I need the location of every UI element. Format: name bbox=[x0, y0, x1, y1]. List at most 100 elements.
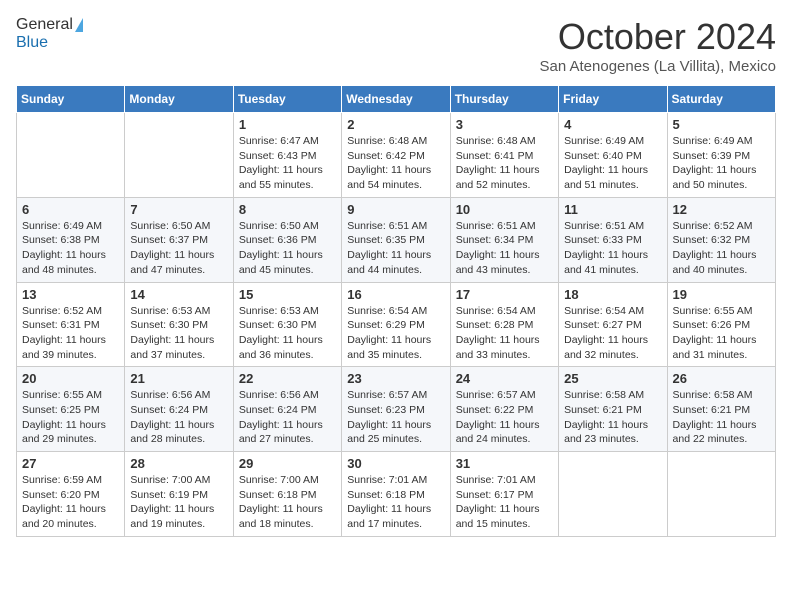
day-number: 9 bbox=[347, 202, 444, 217]
cell-sun-info: Sunrise: 7:01 AM Sunset: 6:17 PM Dayligh… bbox=[456, 473, 553, 532]
calendar-cell: 29 Sunrise: 7:00 AM Sunset: 6:18 PM Dayli… bbox=[233, 452, 341, 537]
title-block: October 2024 San Atenogenes (La Villita)… bbox=[539, 16, 776, 75]
logo-blue: Blue bbox=[16, 34, 48, 52]
cell-sun-info: Sunrise: 6:58 AM Sunset: 6:21 PM Dayligh… bbox=[564, 388, 661, 447]
day-number: 26 bbox=[673, 371, 770, 386]
cell-sun-info: Sunrise: 7:00 AM Sunset: 6:19 PM Dayligh… bbox=[130, 473, 227, 532]
day-number: 7 bbox=[130, 202, 227, 217]
calendar-week-row: 27 Sunrise: 6:59 AM Sunset: 6:20 PM Dayli… bbox=[17, 452, 776, 537]
calendar-cell: 14Sunrise: 6:53 AM Sunset: 6:30 PM Dayli… bbox=[125, 282, 233, 367]
calendar-cell bbox=[125, 113, 233, 198]
day-number: 24 bbox=[456, 371, 553, 386]
day-number: 21 bbox=[130, 371, 227, 386]
calendar-week-row: 1 Sunrise: 6:47 AM Sunset: 6:43 PM Daylig… bbox=[17, 113, 776, 198]
cell-sun-info: Sunrise: 6:50 AM Sunset: 6:36 PM Dayligh… bbox=[239, 219, 336, 278]
cell-sun-info: Sunrise: 6:51 AM Sunset: 6:35 PM Dayligh… bbox=[347, 219, 444, 278]
day-number: 3 bbox=[456, 117, 553, 132]
day-number: 6 bbox=[22, 202, 119, 217]
cell-sun-info: Sunrise: 6:57 AM Sunset: 6:23 PM Dayligh… bbox=[347, 388, 444, 447]
day-number: 22 bbox=[239, 371, 336, 386]
calendar-cell: 6 Sunrise: 6:49 AM Sunset: 6:38 PM Daylig… bbox=[17, 197, 125, 282]
day-number: 8 bbox=[239, 202, 336, 217]
calendar-cell: 22 Sunrise: 6:56 AM Sunset: 6:24 PM Dayli… bbox=[233, 367, 341, 452]
calendar-table: SundayMondayTuesdayWednesdayThursdayFrid… bbox=[16, 85, 776, 537]
calendar-cell: 12 Sunrise: 6:52 AM Sunset: 6:32 PM Dayli… bbox=[667, 197, 775, 282]
cell-sun-info: Sunrise: 6:49 AM Sunset: 6:39 PM Dayligh… bbox=[673, 134, 770, 193]
calendar-cell: 5 Sunrise: 6:49 AM Sunset: 6:39 PM Daylig… bbox=[667, 113, 775, 198]
cell-sun-info: Sunrise: 6:54 AM Sunset: 6:29 PM Dayligh… bbox=[347, 304, 444, 363]
calendar-cell: 25 Sunrise: 6:58 AM Sunset: 6:21 PM Dayli… bbox=[559, 367, 667, 452]
cell-sun-info: Sunrise: 6:48 AM Sunset: 6:41 PM Dayligh… bbox=[456, 134, 553, 193]
cell-sun-info: Sunrise: 6:53 AM Sunset: 6:30 PM Dayligh… bbox=[239, 304, 336, 363]
cell-sun-info: Sunrise: 6:49 AM Sunset: 6:40 PM Dayligh… bbox=[564, 134, 661, 193]
cell-sun-info: Sunrise: 6:49 AM Sunset: 6:38 PM Dayligh… bbox=[22, 219, 119, 278]
calendar-cell: 3 Sunrise: 6:48 AM Sunset: 6:41 PM Daylig… bbox=[450, 113, 558, 198]
calendar-cell bbox=[667, 452, 775, 537]
day-number: 2 bbox=[347, 117, 444, 132]
cell-sun-info: Sunrise: 6:54 AM Sunset: 6:27 PM Dayligh… bbox=[564, 304, 661, 363]
cell-sun-info: Sunrise: 6:52 AM Sunset: 6:32 PM Dayligh… bbox=[673, 219, 770, 278]
day-number: 11 bbox=[564, 202, 661, 217]
location-subtitle: San Atenogenes (La Villita), Mexico bbox=[539, 58, 776, 75]
calendar-week-row: 13 Sunrise: 6:52 AM Sunset: 6:31 PM Dayli… bbox=[17, 282, 776, 367]
calendar-week-row: 6 Sunrise: 6:49 AM Sunset: 6:38 PM Daylig… bbox=[17, 197, 776, 282]
day-number: 1 bbox=[239, 117, 336, 132]
day-number: 18 bbox=[564, 287, 661, 302]
calendar-cell: 11Sunrise: 6:51 AM Sunset: 6:33 PM Dayli… bbox=[559, 197, 667, 282]
day-number: 16 bbox=[347, 287, 444, 302]
calendar-cell bbox=[17, 113, 125, 198]
day-number: 13 bbox=[22, 287, 119, 302]
calendar-cell: 18 Sunrise: 6:54 AM Sunset: 6:27 PM Dayli… bbox=[559, 282, 667, 367]
calendar-cell: 15 Sunrise: 6:53 AM Sunset: 6:30 PM Dayli… bbox=[233, 282, 341, 367]
calendar-cell: 10Sunrise: 6:51 AM Sunset: 6:34 PM Dayli… bbox=[450, 197, 558, 282]
logo-triangle-icon bbox=[75, 18, 83, 32]
cell-sun-info: Sunrise: 6:58 AM Sunset: 6:21 PM Dayligh… bbox=[673, 388, 770, 447]
calendar-cell: 8 Sunrise: 6:50 AM Sunset: 6:36 PM Daylig… bbox=[233, 197, 341, 282]
calendar-cell: 17 Sunrise: 6:54 AM Sunset: 6:28 PM Dayli… bbox=[450, 282, 558, 367]
day-number: 31 bbox=[456, 456, 553, 471]
calendar-cell: 16 Sunrise: 6:54 AM Sunset: 6:29 PM Dayli… bbox=[342, 282, 450, 367]
weekday-header: Saturday bbox=[667, 86, 775, 113]
weekday-header: Friday bbox=[559, 86, 667, 113]
cell-sun-info: Sunrise: 6:59 AM Sunset: 6:20 PM Dayligh… bbox=[22, 473, 119, 532]
logo-general: General bbox=[16, 16, 73, 34]
day-number: 12 bbox=[673, 202, 770, 217]
cell-sun-info: Sunrise: 6:47 AM Sunset: 6:43 PM Dayligh… bbox=[239, 134, 336, 193]
logo: General Blue bbox=[16, 16, 83, 52]
cell-sun-info: Sunrise: 6:48 AM Sunset: 6:42 PM Dayligh… bbox=[347, 134, 444, 193]
calendar-cell: 20 Sunrise: 6:55 AM Sunset: 6:25 PM Dayli… bbox=[17, 367, 125, 452]
calendar-header-row: SundayMondayTuesdayWednesdayThursdayFrid… bbox=[17, 86, 776, 113]
day-number: 5 bbox=[673, 117, 770, 132]
day-number: 17 bbox=[456, 287, 553, 302]
page-header: General Blue October 2024 San Atenogenes… bbox=[16, 16, 776, 75]
cell-sun-info: Sunrise: 6:55 AM Sunset: 6:25 PM Dayligh… bbox=[22, 388, 119, 447]
cell-sun-info: Sunrise: 6:54 AM Sunset: 6:28 PM Dayligh… bbox=[456, 304, 553, 363]
calendar-cell bbox=[559, 452, 667, 537]
calendar-cell: 31 Sunrise: 7:01 AM Sunset: 6:17 PM Dayli… bbox=[450, 452, 558, 537]
day-number: 15 bbox=[239, 287, 336, 302]
day-number: 25 bbox=[564, 371, 661, 386]
month-title: October 2024 bbox=[539, 16, 776, 58]
weekday-header: Thursday bbox=[450, 86, 558, 113]
cell-sun-info: Sunrise: 7:01 AM Sunset: 6:18 PM Dayligh… bbox=[347, 473, 444, 532]
weekday-header: Sunday bbox=[17, 86, 125, 113]
cell-sun-info: Sunrise: 7:00 AM Sunset: 6:18 PM Dayligh… bbox=[239, 473, 336, 532]
cell-sun-info: Sunrise: 6:50 AM Sunset: 6:37 PM Dayligh… bbox=[130, 219, 227, 278]
day-number: 20 bbox=[22, 371, 119, 386]
day-number: 23 bbox=[347, 371, 444, 386]
calendar-cell: 21Sunrise: 6:56 AM Sunset: 6:24 PM Dayli… bbox=[125, 367, 233, 452]
cell-sun-info: Sunrise: 6:52 AM Sunset: 6:31 PM Dayligh… bbox=[22, 304, 119, 363]
cell-sun-info: Sunrise: 6:56 AM Sunset: 6:24 PM Dayligh… bbox=[239, 388, 336, 447]
day-number: 4 bbox=[564, 117, 661, 132]
calendar-cell: 28Sunrise: 7:00 AM Sunset: 6:19 PM Dayli… bbox=[125, 452, 233, 537]
day-number: 27 bbox=[22, 456, 119, 471]
day-number: 14 bbox=[130, 287, 227, 302]
weekday-header: Wednesday bbox=[342, 86, 450, 113]
calendar-cell: 30Sunrise: 7:01 AM Sunset: 6:18 PM Dayli… bbox=[342, 452, 450, 537]
day-number: 29 bbox=[239, 456, 336, 471]
day-number: 10 bbox=[456, 202, 553, 217]
calendar-week-row: 20 Sunrise: 6:55 AM Sunset: 6:25 PM Dayli… bbox=[17, 367, 776, 452]
calendar-cell: 4 Sunrise: 6:49 AM Sunset: 6:40 PM Daylig… bbox=[559, 113, 667, 198]
calendar-cell: 27 Sunrise: 6:59 AM Sunset: 6:20 PM Dayli… bbox=[17, 452, 125, 537]
day-number: 19 bbox=[673, 287, 770, 302]
